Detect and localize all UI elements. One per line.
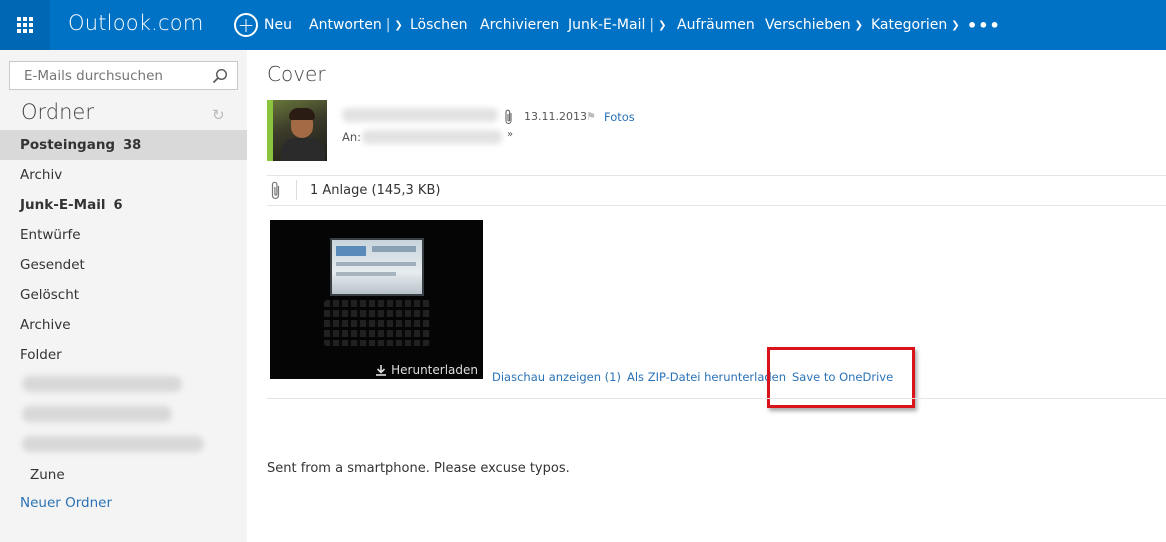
folder-label: Archiv bbox=[20, 167, 63, 183]
brand-logo[interactable]: Outlook.com bbox=[68, 11, 204, 35]
folder-label: Gelöscht bbox=[20, 287, 80, 303]
avatar-accent bbox=[267, 100, 273, 161]
zip-download-link[interactable]: Als ZIP-Datei herunterladen bbox=[627, 370, 786, 384]
chevron-down-icon: ❯ bbox=[854, 19, 863, 31]
redacted-folder[interactable] bbox=[22, 406, 172, 422]
folder-label: Archive bbox=[20, 317, 71, 333]
sender-avatar[interactable] bbox=[267, 100, 327, 161]
search-input[interactable] bbox=[10, 62, 205, 89]
folders-heading: Ordner bbox=[21, 100, 94, 124]
thumbnail-laptop-screen bbox=[330, 238, 424, 296]
folder-item-junk[interactable]: Junk-E-Mail 6 bbox=[0, 190, 247, 220]
plus-circle-icon: + bbox=[234, 13, 258, 37]
avatar-hair bbox=[289, 108, 315, 120]
categories-button[interactable]: Kategorien ❯ bbox=[871, 0, 960, 50]
message-body: Sent from a smartphone. Please excuse ty… bbox=[267, 461, 570, 476]
header-divider bbox=[267, 175, 1166, 176]
expand-recipients-icon[interactable]: » bbox=[507, 129, 513, 140]
chevron-down-icon[interactable]: ❯ bbox=[658, 20, 666, 31]
folder-item-archive[interactable]: Archive bbox=[0, 310, 247, 340]
search-box[interactable] bbox=[9, 61, 238, 90]
refresh-icon[interactable]: ↻ bbox=[212, 106, 225, 124]
unread-count: 6 bbox=[113, 197, 123, 213]
attachment-thumbnail[interactable]: Herunterladen bbox=[270, 220, 483, 379]
attachments-bottom-divider bbox=[267, 398, 1166, 399]
folder-sidebar: Ordner ↻ Posteingang 38 Archiv Junk-E-Ma… bbox=[0, 50, 247, 542]
attachment-divider bbox=[267, 205, 1166, 206]
folder-label: Junk-E-Mail bbox=[20, 197, 106, 213]
message-date: 13.11.2013 bbox=[524, 110, 587, 123]
move-label: Verschieben bbox=[765, 17, 851, 33]
flag-icon[interactable]: ⚑ bbox=[586, 110, 596, 123]
folder-label: Entwürfe bbox=[20, 227, 81, 243]
categories-label: Kategorien bbox=[871, 17, 948, 33]
sweep-button[interactable]: Aufräumen bbox=[677, 0, 755, 50]
folder-item-drafts[interactable]: Entwürfe bbox=[0, 220, 247, 250]
chevron-down-icon[interactable]: ❯ bbox=[394, 20, 402, 31]
folder-item-zune[interactable]: Zune bbox=[0, 460, 247, 490]
unread-count: 38 bbox=[123, 137, 142, 153]
redacted-recipient[interactable] bbox=[362, 130, 502, 144]
redacted-sender[interactable] bbox=[342, 108, 498, 122]
search-icon[interactable] bbox=[212, 68, 228, 84]
junk-label: Junk-E-Mail bbox=[568, 17, 646, 33]
folder-item-sent[interactable]: Gesendet bbox=[0, 250, 247, 280]
reply-label: Antworten bbox=[309, 17, 382, 33]
message-subject: Cover bbox=[267, 62, 326, 86]
category-link[interactable]: Fotos bbox=[604, 110, 635, 124]
folder-label: Folder bbox=[20, 347, 62, 363]
move-button[interactable]: Verschieben ❯ bbox=[765, 0, 863, 50]
delete-button[interactable]: Löschen bbox=[410, 0, 467, 50]
app-launcher-button[interactable] bbox=[0, 0, 50, 50]
reply-button[interactable]: Antworten | ❯ bbox=[309, 0, 403, 50]
download-label: Herunterladen bbox=[391, 363, 478, 377]
slideshow-link[interactable]: Diaschau anzeigen (1) bbox=[492, 370, 621, 384]
delete-label: Löschen bbox=[410, 17, 468, 33]
folder-item-inbox[interactable]: Posteingang 38 bbox=[0, 130, 247, 160]
attachment-summary: 1 Anlage (145,3 KB) bbox=[310, 183, 441, 198]
folder-item-folder[interactable]: Folder bbox=[0, 340, 247, 370]
download-button[interactable]: Herunterladen bbox=[375, 363, 478, 377]
avatar-shirt bbox=[281, 138, 325, 161]
new-label: Neu bbox=[264, 17, 292, 33]
folder-item-archiv[interactable]: Archiv bbox=[0, 160, 247, 190]
reply-separator: | bbox=[385, 17, 391, 33]
more-dots-icon: ••• bbox=[967, 15, 1001, 35]
waffle-icon bbox=[17, 17, 33, 33]
sweep-label: Aufräumen bbox=[677, 17, 755, 33]
thumbnail-keyboard-rows bbox=[324, 300, 430, 346]
to-label: An: bbox=[342, 130, 362, 144]
attachment-paperclip-icon bbox=[271, 181, 280, 200]
top-bar: Outlook.com + Neu Antworten | ❯ Löschen … bbox=[0, 0, 1166, 50]
new-folder-link[interactable]: Neuer Ordner bbox=[20, 495, 112, 511]
archive-button[interactable]: Archivieren bbox=[480, 0, 559, 50]
folder-item-deleted[interactable]: Gelöscht bbox=[0, 280, 247, 310]
paperclip-icon bbox=[505, 109, 512, 125]
folder-label: Zune bbox=[30, 467, 65, 483]
junk-separator: | bbox=[649, 17, 655, 33]
redacted-folder[interactable] bbox=[22, 376, 182, 392]
junk-button[interactable]: Junk-E-Mail | ❯ bbox=[568, 0, 666, 50]
folder-label: Posteingang bbox=[20, 137, 116, 153]
chevron-down-icon: ❯ bbox=[951, 19, 960, 31]
archive-label: Archivieren bbox=[480, 17, 560, 33]
new-button[interactable]: + Neu bbox=[234, 0, 292, 50]
redacted-folder[interactable] bbox=[22, 436, 204, 452]
folder-label: Gesendet bbox=[20, 257, 85, 273]
attachment-separator bbox=[296, 180, 297, 200]
more-button[interactable]: ••• bbox=[967, 0, 1001, 50]
download-icon bbox=[376, 365, 387, 376]
